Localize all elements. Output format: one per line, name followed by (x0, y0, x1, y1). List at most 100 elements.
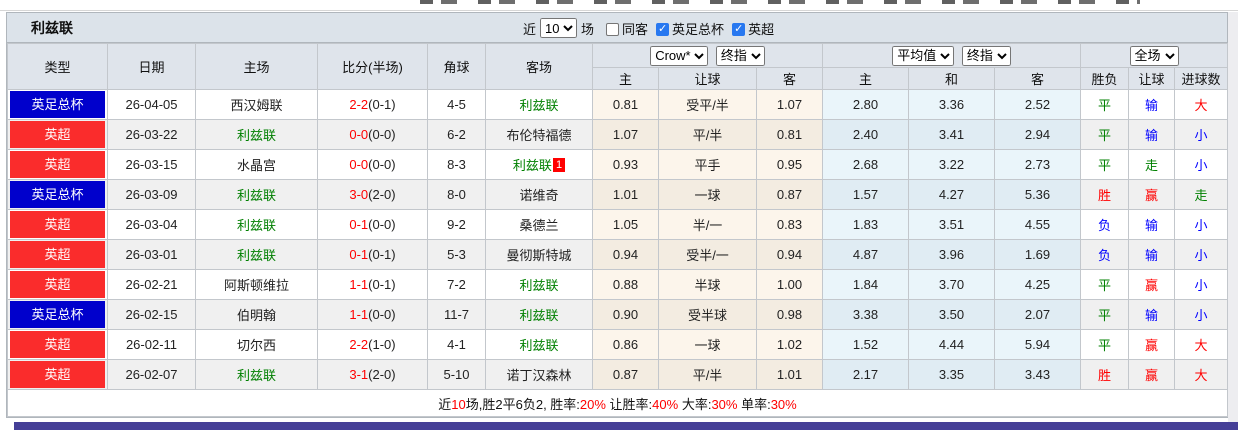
home-team-cell[interactable]: 水晶宫 (195, 149, 318, 180)
goals-result-cell: 小 (1174, 299, 1229, 330)
handicap-result-cell: 走 (1128, 149, 1176, 180)
summary-segment: 大率: (678, 396, 712, 412)
avg-home-cell: 2.68 (822, 149, 909, 180)
home-team-cell[interactable]: 利兹联 (195, 359, 318, 390)
type-cell: 英超 (7, 239, 108, 270)
away-team-name[interactable]: 诺维奇 (519, 188, 558, 203)
avg-away-cell: 4.55 (993, 209, 1082, 240)
table-body: 英足总杯 26-04-05 西汉姆联 2-2(0-1) 4-5 利兹联 0.81 受平/半 1.… (7, 89, 1229, 390)
table-footer: 近10场,胜2平6负2, 胜率:20% 让胜率:40% 大率:30% 单率:30… (6, 389, 1229, 417)
corners-cell: 7-2 (427, 269, 486, 300)
fulltime-score: 0-0 (349, 157, 369, 172)
home-team-name[interactable]: 水晶宫 (237, 158, 276, 173)
home-team-name[interactable]: 利兹联 (237, 218, 276, 233)
fulltime-score: 2-2 (349, 97, 369, 112)
away-team-name[interactable]: 诺丁汉森林 (506, 368, 571, 383)
checkbox-fa-cup[interactable] (656, 22, 670, 36)
checkbox-label[interactable]: 英超 (748, 22, 774, 37)
home-team-cell[interactable]: 利兹联 (195, 209, 318, 240)
odds-stage-select[interactable]: 终指 (715, 45, 765, 66)
away-team-name[interactable]: 曼彻斯特城 (506, 248, 571, 263)
away-team-cell[interactable]: 利兹联 1 (485, 149, 593, 180)
league-badge: 英超 (10, 271, 105, 298)
home-team-name[interactable]: 伯明翰 (237, 308, 276, 323)
handicap-cell: 平手 (658, 149, 757, 180)
checkbox-premier-league[interactable] (732, 22, 746, 36)
sub-col-header-avg-draw: 和 (908, 67, 995, 90)
type-cell: 英足总杯 (7, 179, 108, 210)
result-cell: 平 (1080, 299, 1130, 330)
home-team-cell[interactable]: 阿斯顿维拉 (195, 269, 318, 300)
halftime-score: (1-0) (368, 337, 396, 352)
away-team-cell[interactable]: 诺丁汉森林 (485, 359, 593, 390)
home-team-name[interactable]: 切尔西 (237, 338, 276, 353)
avg-home-cell: 2.40 (822, 119, 909, 150)
away-team-name[interactable]: 布伦特福德 (506, 128, 571, 143)
away-team-cell[interactable]: 曼彻斯特城 (485, 239, 593, 270)
scope-select[interactable]: 全场 (1129, 45, 1179, 66)
recent-count-select[interactable]: 10 (540, 18, 578, 38)
away-team-name[interactable]: 利兹联 (513, 158, 552, 173)
type-cell: 英足总杯 (7, 299, 108, 330)
home-team-cell[interactable]: 利兹联 (195, 239, 318, 270)
halftime-score: (2-0) (368, 187, 396, 202)
odds-provider-select[interactable]: Crow* (650, 45, 709, 66)
home-team-name[interactable]: 阿斯顿维拉 (224, 278, 289, 293)
away-team-cell[interactable]: 诺维奇 (485, 179, 593, 210)
away-team-name[interactable]: 桑德兰 (519, 218, 558, 233)
summary-stats: 近10场,胜2平6负2, 胜率:20% 让胜率:40% 大率:30% 单率:30… (6, 389, 1229, 417)
match-row: 英超 26-03-04 利兹联 0-1(0-0) 9-2 桑德兰 1.05 半/一 0.83 1.… (7, 209, 1229, 240)
goals-result-cell: 小 (1174, 269, 1229, 300)
average-stage-select[interactable]: 终指 (961, 45, 1011, 66)
type-cell: 英超 (7, 269, 108, 300)
corners-cell: 5-3 (427, 239, 486, 270)
home-team-cell[interactable]: 利兹联 (195, 179, 318, 210)
away-odds-cell: 1.07 (756, 89, 823, 120)
home-team-cell[interactable]: 西汉姆联 (195, 89, 318, 120)
checkbox-label[interactable]: 英足总杯 (672, 22, 724, 37)
home-team-name[interactable]: 西汉姆联 (230, 98, 282, 113)
avg-home-cell: 4.87 (822, 239, 909, 270)
score-cell: 3-1(2-0) (317, 359, 428, 390)
checkbox-same-away[interactable] (606, 22, 620, 36)
date-cell: 26-03-22 (107, 119, 196, 150)
score-cell: 2-2(0-1) (317, 89, 428, 120)
league-badge: 英超 (10, 211, 105, 238)
handicap-result-cell: 输 (1128, 119, 1176, 150)
away-team-cell[interactable]: 利兹联 (485, 89, 593, 120)
halftime-score: (2-0) (368, 367, 396, 382)
corners-cell: 6-2 (427, 119, 486, 150)
away-team-name[interactable]: 利兹联 (519, 278, 558, 293)
checkbox-label[interactable]: 同客 (622, 22, 648, 37)
home-team-name[interactable]: 利兹联 (237, 128, 276, 143)
score-cell: 0-0(0-0) (317, 119, 428, 150)
away-team-name[interactable]: 利兹联 (519, 338, 558, 353)
col-header-date: 日期 (107, 43, 196, 90)
corners-cell: 11-7 (427, 299, 486, 330)
away-team-name[interactable]: 利兹联 (519, 308, 558, 323)
away-team-name[interactable]: 利兹联 (519, 98, 558, 113)
home-team-cell[interactable]: 切尔西 (195, 329, 318, 360)
away-team-cell[interactable]: 桑德兰 (485, 209, 593, 240)
average-provider-select[interactable]: 平均值 (892, 45, 955, 66)
away-team-cell[interactable]: 布伦特福德 (485, 119, 593, 150)
home-team-name[interactable]: 利兹联 (237, 248, 276, 263)
avg-away-cell: 5.36 (993, 179, 1082, 210)
home-team-name[interactable]: 利兹联 (237, 188, 276, 203)
type-cell: 英足总杯 (7, 89, 108, 120)
handicap-cell: 平/半 (658, 359, 757, 390)
avg-away-cell: 2.07 (993, 299, 1082, 330)
fulltime-score: 3-0 (349, 187, 369, 202)
result-cell: 负 (1080, 209, 1130, 240)
home-team-name[interactable]: 利兹联 (237, 368, 276, 383)
home-team-cell[interactable]: 利兹联 (195, 119, 318, 150)
home-odds-cell: 0.93 (592, 149, 659, 180)
away-odds-cell: 0.83 (756, 209, 823, 240)
away-team-cell[interactable]: 利兹联 (485, 269, 593, 300)
away-team-cell[interactable]: 利兹联 (485, 329, 593, 360)
date-cell: 26-03-04 (107, 209, 196, 240)
home-team-cell[interactable]: 伯明翰 (195, 299, 318, 330)
avg-away-cell: 2.94 (993, 119, 1082, 150)
handicap-cell: 半/一 (658, 209, 757, 240)
away-team-cell[interactable]: 利兹联 (485, 299, 593, 330)
